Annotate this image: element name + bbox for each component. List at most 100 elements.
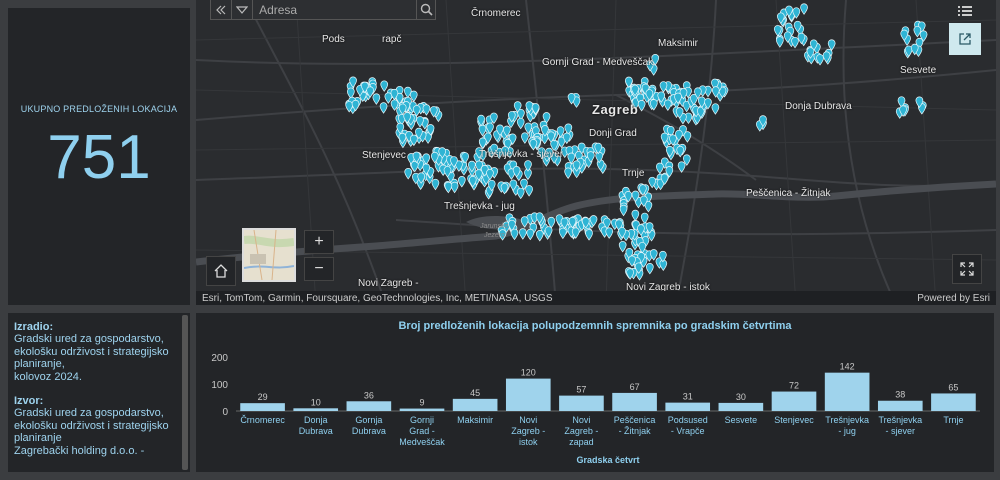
x-tick-label: Maksimir bbox=[457, 415, 493, 425]
location-marker[interactable] bbox=[618, 240, 627, 253]
map-label-tresnjevka-jug: Trešnjevka - jug bbox=[444, 201, 515, 212]
location-marker[interactable] bbox=[422, 104, 431, 116]
x-tick-label: Novi Zagreb -istok bbox=[511, 415, 545, 447]
location-marker[interactable] bbox=[372, 93, 381, 105]
map-label-pods: Pods bbox=[322, 34, 345, 45]
bar-value-label: 65 bbox=[948, 382, 958, 392]
location-marker[interactable] bbox=[663, 99, 672, 111]
map-label-rapc: rapč bbox=[382, 34, 402, 45]
izvor-text-2: Zagrebački holding d.o.o. - bbox=[14, 444, 145, 457]
zoom-out-button[interactable]: − bbox=[304, 257, 334, 281]
bar-chart-panel: Broj predloženih lokacija polupodzemnih … bbox=[196, 313, 994, 472]
location-marker[interactable] bbox=[521, 132, 529, 144]
zoom-in-button[interactable]: + bbox=[304, 230, 334, 254]
source-dropdown-button[interactable] bbox=[232, 0, 254, 20]
bar bbox=[505, 378, 551, 411]
location-marker[interactable] bbox=[516, 117, 525, 130]
location-marker[interactable] bbox=[457, 176, 466, 188]
map-label-pescenica: Peščenica - Žitnjak bbox=[746, 188, 831, 199]
location-marker[interactable] bbox=[510, 228, 519, 241]
bar-value-label: 10 bbox=[311, 397, 321, 407]
location-marker[interactable] bbox=[559, 227, 567, 240]
location-marker[interactable] bbox=[525, 185, 533, 197]
bar-value-label: 142 bbox=[840, 362, 855, 372]
location-marker[interactable] bbox=[535, 230, 544, 242]
location-marker[interactable] bbox=[450, 181, 459, 194]
map-label-tresnjevka-sjever: Trešnjevka - sjever bbox=[479, 149, 564, 160]
location-marker[interactable] bbox=[404, 168, 413, 180]
powered-by-esri[interactable]: Powered by Esri bbox=[917, 293, 990, 304]
location-marker[interactable] bbox=[800, 3, 808, 15]
home-icon bbox=[214, 264, 228, 278]
x-tick-label: Peščenica - Žitnjak bbox=[614, 415, 656, 436]
location-marker[interactable] bbox=[640, 212, 649, 225]
x-tick-label: Trešnjevka - sjever bbox=[878, 415, 922, 436]
location-marker[interactable] bbox=[444, 181, 453, 194]
map-view[interactable]: Črnomerec Pods rapč Maksimir Gornji Grad… bbox=[196, 0, 996, 305]
x-tick-label: Gornji Grad -Medveščak bbox=[399, 415, 445, 447]
location-marker[interactable] bbox=[645, 263, 654, 275]
bar-value-label: 29 bbox=[258, 392, 268, 402]
location-marker[interactable] bbox=[516, 187, 525, 200]
legend-list-button[interactable] bbox=[954, 2, 976, 20]
location-marker[interactable] bbox=[379, 102, 388, 114]
fullscreen-button[interactable] bbox=[952, 254, 982, 284]
basemap-thumbnail-icon bbox=[244, 230, 294, 280]
map-label-jezero: Jezero bbox=[484, 232, 506, 239]
basemap-toggle-thumbnail[interactable] bbox=[242, 228, 296, 282]
location-marker[interactable] bbox=[913, 25, 922, 38]
bar bbox=[559, 395, 604, 411]
location-marker[interactable] bbox=[384, 92, 393, 104]
map-label-maksimir: Maksimir bbox=[658, 38, 698, 49]
location-marker[interactable] bbox=[655, 162, 664, 175]
location-marker[interactable] bbox=[585, 229, 593, 241]
indicator-title: UKUPNO PREDLOŽENIH LOKACIJA bbox=[20, 104, 178, 114]
location-marker[interactable] bbox=[676, 145, 685, 158]
bar bbox=[399, 408, 445, 411]
map-label-gornji-grad: Gornji Grad - Medveščak bbox=[542, 57, 654, 68]
map-attribution: Esri, TomTom, Garmin, Foursquare, GeoTec… bbox=[196, 291, 996, 305]
bar bbox=[612, 392, 657, 411]
x-tick-label: Trešnjevka - jug bbox=[825, 415, 869, 436]
bar-value-label: 38 bbox=[895, 390, 905, 400]
bar-value-label: 31 bbox=[683, 392, 693, 402]
location-marker[interactable] bbox=[605, 227, 614, 239]
attribution-text: Esri, TomTom, Garmin, Foursquare, GeoTec… bbox=[202, 292, 553, 304]
location-marker[interactable] bbox=[791, 36, 799, 49]
collapse-button[interactable] bbox=[211, 0, 233, 20]
location-marker[interactable] bbox=[711, 103, 720, 115]
location-marker[interactable] bbox=[500, 182, 509, 195]
open-in-new-button[interactable] bbox=[949, 23, 981, 55]
location-marker[interactable] bbox=[410, 160, 419, 173]
list-icon bbox=[958, 6, 972, 16]
bar-value-label: 45 bbox=[470, 388, 480, 398]
location-marker[interactable] bbox=[631, 209, 640, 222]
x-tick-label: Stenjevec bbox=[774, 415, 814, 425]
search-button[interactable] bbox=[416, 0, 435, 20]
location-marker[interactable] bbox=[380, 80, 389, 92]
x-tick-label: Sesvete bbox=[725, 415, 758, 425]
info-panel: Izradio: Gradski ured za gospodarstvo, e… bbox=[8, 313, 190, 472]
x-tick-label: Trnje bbox=[943, 415, 963, 425]
location-marker[interactable] bbox=[518, 228, 527, 240]
izvor-label: Izvor: bbox=[14, 395, 44, 407]
location-marker[interactable] bbox=[526, 228, 535, 241]
location-marker[interactable] bbox=[564, 167, 572, 179]
location-marker[interactable] bbox=[659, 81, 668, 93]
home-button[interactable] bbox=[206, 256, 236, 286]
map-label-crnomerec: Črnomerec bbox=[471, 8, 521, 19]
izradio-label: Izradio: bbox=[14, 321, 54, 333]
map-label-stenjevec: Stenjevec bbox=[362, 150, 406, 161]
bar bbox=[240, 403, 285, 411]
location-marker[interactable] bbox=[346, 87, 355, 100]
location-marker[interactable] bbox=[776, 36, 784, 48]
location-marker[interactable] bbox=[619, 204, 628, 217]
search-icon bbox=[420, 3, 433, 16]
search-input[interactable] bbox=[253, 0, 417, 20]
bar-value-label: 9 bbox=[419, 398, 424, 408]
location-marker[interactable] bbox=[431, 178, 440, 191]
external-link-icon bbox=[959, 33, 971, 45]
info-scrollbar[interactable] bbox=[182, 315, 188, 470]
y-tick-label: 0 bbox=[222, 407, 228, 418]
map-label-donji-grad: Donji Grad bbox=[589, 128, 637, 139]
